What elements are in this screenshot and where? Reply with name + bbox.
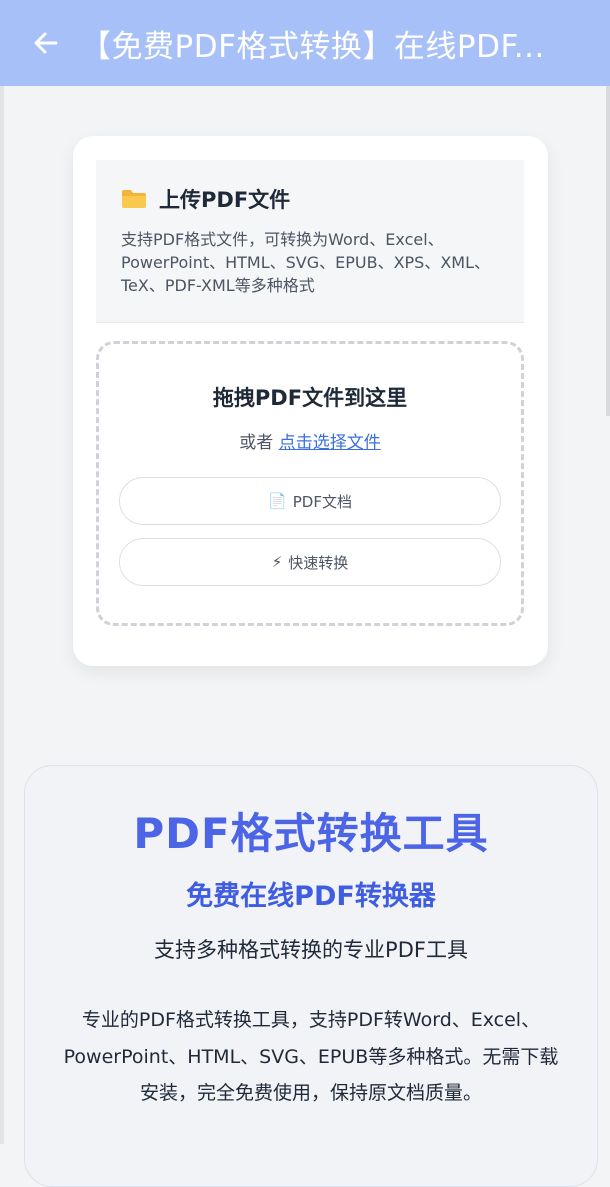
back-button[interactable] [30,27,62,59]
select-file-link[interactable]: 点击选择文件 [279,433,381,453]
upload-title-row: 上传PDF文件 [121,184,290,214]
top-app-bar: 【免费PDF格式转换】在线PDF... [0,0,610,86]
file-dropzone[interactable]: 拖拽PDF文件到这里 或者 点击选择文件 📄 PDF文档 ⚡ 快速转换 [96,341,524,626]
pill-label: PDF文档 [292,492,352,511]
upload-title: 上传PDF文件 [159,188,291,212]
left-edge-bar [0,86,4,1144]
document-icon: 📄 [268,492,287,510]
info-card: PDF格式转换工具 免费在线PDF转换器 支持多种格式转换的专业PDF工具 专业… [24,765,598,1187]
upload-card: 上传PDF文件 支持PDF格式文件，可转换为Word、Excel、PowerPo… [73,136,548,666]
dropzone-title: 拖拽PDF文件到这里 [212,386,408,410]
info-tagline: 支持多种格式转换的专业PDF工具 [154,938,468,962]
info-subtitle: 免费在线PDF转换器 [186,881,436,912]
upload-description: 支持PDF格式文件，可转换为Word、Excel、PowerPoint、HTML… [121,230,491,295]
folder-icon [121,189,147,209]
pill-label: 快速转换 [288,553,349,572]
dropzone-or-text: 或者 [239,433,274,453]
info-body: 专业的PDF格式转换工具，支持PDF转Word、Excel、PowerPoint… [63,1009,559,1104]
fast-convert-pill: ⚡ 快速转换 [119,538,501,586]
upload-header: 上传PDF文件 支持PDF格式文件，可转换为Word、Excel、PowerPo… [96,160,524,323]
page-title: 【免费PDF格式转换】在线PDF... [80,28,545,65]
pdf-document-pill: 📄 PDF文档 [119,477,501,525]
dropzone-or-row: 或者 点击选择文件 [99,428,521,453]
arrow-left-icon [34,32,58,54]
info-title: PDF格式转换工具 [133,809,489,858]
lightning-icon: ⚡ [271,553,283,571]
scrollbar[interactable] [606,86,610,416]
